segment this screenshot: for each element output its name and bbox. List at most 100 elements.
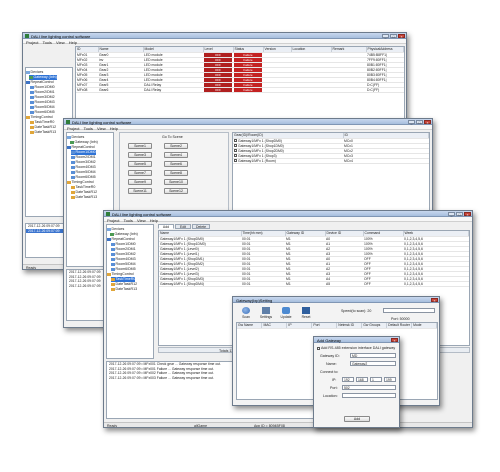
menu-help[interactable]: Help — [150, 218, 158, 223]
reset-button[interactable]: Reset — [297, 306, 315, 320]
menu-help[interactable]: Help — [69, 40, 77, 45]
update-icon — [282, 307, 290, 314]
close-button[interactable]: × — [424, 119, 431, 124]
status-badge: Failure — [234, 77, 262, 81]
scene-button[interactable]: Scene8 — [164, 170, 188, 176]
table-row[interactable]: Gateway1/MFx 1 (ShopDM4) 00:01 M1 A5 OFF 0,1,… — [159, 281, 469, 287]
menu-bar: Project Tools View Help — [23, 39, 406, 45]
scan-button[interactable]: Scan — [237, 306, 255, 320]
close-button[interactable]: × — [398, 33, 405, 38]
level-badge: OFF — [204, 82, 232, 86]
tree-timer[interactable]: DateTaskR13 — [111, 287, 137, 292]
scene-button[interactable]: Scene2 — [164, 143, 188, 149]
tab-delete[interactable]: Delete — [192, 224, 210, 229]
close-button[interactable]: × — [464, 211, 471, 216]
dialog-title: Gateway(Ixp)Setting — [236, 297, 273, 303]
scene-button[interactable]: Scene10 — [164, 179, 188, 185]
status-badge: Failure — [234, 57, 262, 61]
scene-button[interactable]: Scene5 — [128, 161, 152, 167]
column-header[interactable]: Default Router — [386, 323, 413, 329]
tree-timer[interactable]: DateTaskR13 — [71, 195, 97, 200]
scene-button[interactable]: Scene3 — [128, 152, 152, 158]
speed-input[interactable] — [383, 308, 435, 313]
level-badge: OFF — [204, 77, 232, 81]
add-button[interactable]: Add — [344, 416, 370, 422]
ip-octet-input[interactable]: 192 — [342, 377, 354, 382]
window-title: DALI line lighting control software — [72, 119, 132, 125]
scene-button[interactable]: Scene6 — [164, 161, 188, 167]
column-header[interactable]: Netmsk ID — [336, 323, 363, 329]
scene-button[interactable]: Scene11 — [128, 188, 152, 194]
menu-project[interactable]: Project — [26, 40, 38, 45]
column-header[interactable]: IP — [286, 323, 313, 329]
scene-button[interactable]: Scene12 — [164, 188, 188, 194]
menu-project[interactable]: Project — [107, 218, 119, 223]
menu-view[interactable]: View — [137, 218, 146, 223]
maximize-button[interactable]: □ — [416, 119, 423, 124]
ip-octet-input[interactable]: 199 — [384, 377, 396, 382]
close-button[interactable]: × — [431, 297, 438, 302]
menu-tools[interactable]: Tools — [124, 218, 133, 223]
location-input[interactable] — [342, 393, 396, 398]
action-tabs: Add Edit Delete — [158, 224, 238, 229]
maximize-button[interactable]: □ — [456, 211, 463, 216]
scene-button[interactable]: Scene7 — [128, 170, 152, 176]
table-row[interactable]: MFx08 Gear6 DALI Relay OFF Failure D:C(FF) — [76, 87, 404, 93]
scene-button[interactable]: Scene9 — [128, 179, 152, 185]
column-header[interactable]: Gw Groups — [361, 323, 388, 329]
app-icon — [25, 34, 29, 38]
level-badge: OFF — [204, 57, 232, 61]
close-button[interactable]: × — [391, 337, 398, 342]
item-checkbox[interactable] — [234, 154, 237, 157]
maximize-button[interactable]: □ — [390, 33, 397, 38]
tab-add[interactable]: Add — [158, 224, 174, 229]
item-checkbox[interactable] — [234, 139, 237, 142]
ip-octet-input[interactable]: 168 — [356, 377, 368, 382]
scene-button[interactable]: Scene1 — [128, 143, 152, 149]
item-checkbox[interactable] — [234, 159, 237, 162]
dialog-title: Add Gateway — [317, 337, 342, 343]
menu-view[interactable]: View — [56, 40, 65, 45]
rs485-checkbox[interactable] — [317, 346, 320, 350]
tab-edit[interactable]: Edit — [175, 224, 191, 229]
minimize-button[interactable]: _ — [408, 119, 415, 124]
status-bar: Ready allGame App ID = 8094BF08 Wednesda… — [104, 422, 472, 427]
settings-button[interactable]: Settings — [257, 306, 275, 320]
column-header[interactable]: MAC — [261, 323, 288, 329]
column-header[interactable]: Mode — [411, 323, 437, 329]
status-badge: Failure — [234, 67, 262, 71]
port-input[interactable]: 502 — [342, 385, 396, 390]
menu-tools[interactable]: Tools — [84, 126, 93, 131]
menu-tools[interactable]: Tools — [43, 40, 52, 45]
update-button[interactable]: Update — [277, 306, 295, 320]
totals-label: Totals 11 — [219, 348, 234, 353]
minimize-button[interactable]: _ — [448, 211, 455, 216]
status-badge: Failure — [234, 87, 262, 91]
window-title: DALI line lighting control software — [31, 33, 91, 39]
level-badge: OFF — [204, 52, 232, 56]
item-checkbox[interactable] — [234, 144, 237, 147]
rs485-checkbox-row[interactable]: Add RS-485 extension interface DALI gate… — [317, 346, 395, 350]
panel-title: Go To Scene — [162, 135, 183, 139]
gateway-id-select[interactable]: MD — [350, 353, 396, 358]
app-icon — [106, 212, 110, 216]
name-input[interactable]: Gateway2 — [350, 361, 396, 366]
status-app-id: App ID = 8094BF08 — [254, 423, 285, 428]
list-item[interactable]: Gateway1/MFx 1 (Room) MCx4 — [233, 158, 429, 164]
ip-octet-input[interactable]: 1 — [370, 377, 382, 382]
table-header-row: Gw Name MAC IP Port Netmsk ID Gw Groups … — [237, 323, 437, 329]
item-checkbox[interactable] — [234, 149, 237, 152]
add-gateway-dialog: Add Gateway × Add RS-485 extension inter… — [313, 336, 400, 428]
window-title: DALI line lighting control software — [112, 211, 172, 217]
name-label: Name: — [326, 362, 337, 366]
minimize-button[interactable]: _ — [382, 33, 389, 38]
column-header[interactable]: Gw Name — [237, 323, 263, 329]
connect-to-label: Connect to: — [320, 370, 339, 374]
menu-view[interactable]: View — [97, 126, 106, 131]
tree-timer[interactable]: DateTaskR13 — [30, 130, 56, 135]
scene-button[interactable]: Scene4 — [164, 152, 188, 158]
menu-help[interactable]: Help — [110, 126, 118, 131]
level-badge: OFF — [204, 67, 232, 71]
menu-project[interactable]: Project — [67, 126, 79, 131]
column-header[interactable]: Port — [311, 323, 338, 329]
